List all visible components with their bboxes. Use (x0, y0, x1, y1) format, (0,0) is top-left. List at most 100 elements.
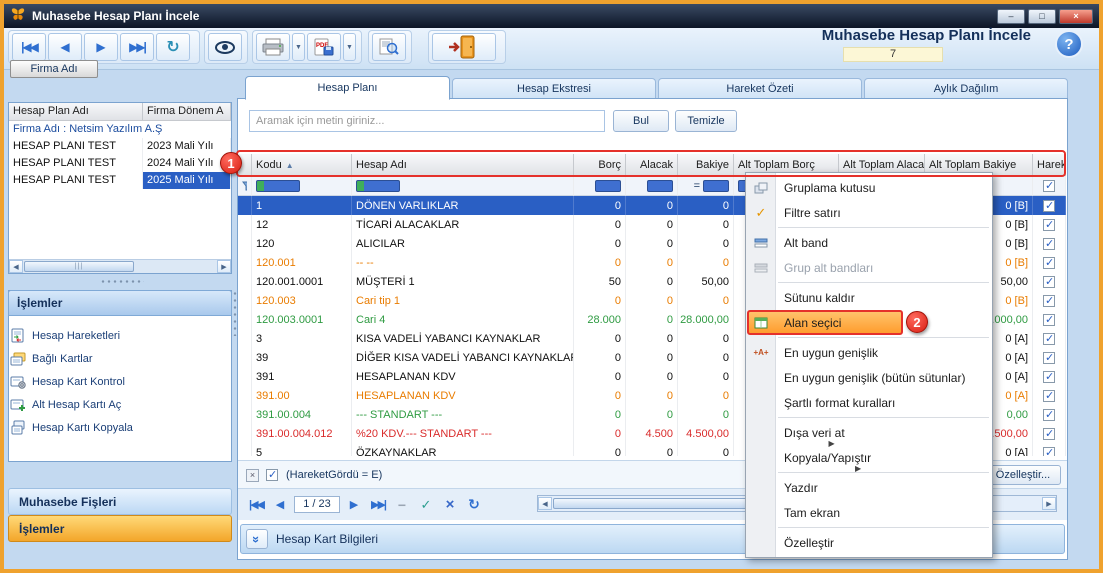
menu-item-alt-band[interactable]: Alt band (746, 230, 992, 255)
pager-next-icon[interactable] (344, 496, 364, 514)
checkbox-checked-icon[interactable] (1043, 428, 1055, 440)
plan-row-selected[interactable]: HESAP PLANI TEST 2025 Mali Yılı (9, 172, 231, 189)
filter-value-box[interactable] (595, 180, 621, 192)
cell-hareket[interactable] (1033, 272, 1066, 291)
menu-item-en-uygun-genislik[interactable]: +A+ En uygun genişlik (746, 340, 992, 365)
checkbox-checked-icon[interactable] (1043, 219, 1055, 231)
tab-hesap-ekstresi[interactable]: Hesap Ekstresi (452, 78, 656, 99)
action-hesap-hareketleri[interactable]: Hesap Hareketleri (10, 324, 228, 347)
plan-row[interactable]: HESAP PLANI TEST 2024 Mali Yılı (9, 155, 231, 172)
group-row[interactable]: Firma Adı : Netsim Yazılım A.Ş (9, 121, 231, 138)
menu-item-kopyala-yapistir[interactable]: Kopyala/Yapıştır (746, 445, 992, 470)
pdf-save-button[interactable]: PDF (307, 33, 341, 61)
cell-hareket[interactable] (1033, 424, 1066, 443)
cell-hareket[interactable] (1033, 348, 1066, 367)
column-header-period[interactable]: Firma Dönem A (143, 103, 231, 121)
menu-item-sutunu-kaldir[interactable]: Sütunu kaldır (746, 285, 992, 310)
operations-panel-header[interactable]: İşlemler (8, 290, 232, 316)
column-header-plan[interactable]: Hesap Plan Adı (9, 103, 143, 121)
filter-cell-alacak[interactable] (626, 176, 678, 196)
cell-hareket[interactable] (1033, 367, 1066, 386)
cell-hareket[interactable] (1033, 234, 1066, 253)
checkbox-checked-icon[interactable] (1043, 276, 1055, 288)
checkbox-checked-icon[interactable] (1043, 295, 1055, 307)
previous-record-button[interactable] (48, 33, 82, 61)
cell-hareket[interactable] (1033, 443, 1066, 456)
menu-item-yazdir[interactable]: Yazdır (746, 475, 992, 500)
pager-previous-icon[interactable] (270, 496, 290, 514)
scroll-right-icon[interactable]: ▶ (1042, 497, 1056, 510)
preview-button[interactable] (372, 33, 406, 61)
filter-cell-kodu[interactable] (252, 176, 352, 196)
plan-row[interactable]: HESAP PLANI TEST 2023 Mali Yılı (9, 138, 231, 155)
cell-hareket[interactable] (1033, 310, 1066, 329)
filter-equals-operator[interactable]: = (694, 180, 700, 192)
cell-hareket[interactable] (1033, 386, 1066, 405)
checkbox-checked-icon[interactable] (1043, 352, 1055, 364)
filter-cell-bakiye[interactable]: = (678, 176, 734, 196)
search-input[interactable] (249, 110, 605, 132)
scrollbar-thumb[interactable]: ||| (24, 261, 134, 272)
filter-cell-borc[interactable] (574, 176, 626, 196)
exit-button[interactable] (432, 33, 496, 61)
group-by-firma-adi-button[interactable]: Firma Adı (10, 60, 98, 78)
find-button[interactable]: Bul (613, 110, 669, 132)
filter-cell-hesap-adi[interactable] (352, 176, 574, 196)
minimize-button[interactable]: – (997, 9, 1025, 24)
column-header-hesap-adi[interactable]: Hesap Adı (352, 154, 574, 176)
filter-cell-hareket[interactable] (1033, 176, 1066, 196)
checkbox-checked-icon[interactable] (1043, 314, 1055, 326)
action-bagli-kartlar[interactable]: Bağlı Kartlar (10, 347, 228, 370)
column-header-alacak[interactable]: Alacak (626, 154, 678, 176)
pager-refresh-icon[interactable] (464, 496, 484, 514)
horizontal-splitter-grip[interactable] (100, 279, 144, 284)
scroll-right-icon[interactable]: ▶ (217, 260, 231, 273)
menu-item-en-uygun-genislik-butun[interactable]: En uygun genişlik (bütün sütunlar) (746, 365, 992, 390)
cell-hareket[interactable] (1033, 253, 1066, 272)
action-alt-hesap-karti-ac[interactable]: Alt Hesap Kartı Aç (10, 393, 228, 416)
checkbox-checked-icon[interactable] (1043, 180, 1055, 192)
column-header-bakiye[interactable]: Bakiye (678, 154, 734, 176)
islemler-bar[interactable]: İşlemler (8, 515, 232, 542)
checkbox-checked-icon[interactable] (1043, 200, 1055, 212)
checkbox-checked-icon[interactable] (1043, 257, 1055, 269)
cell-hareket[interactable] (1033, 196, 1066, 215)
column-header-kodu[interactable]: Kodu (252, 154, 352, 176)
cell-hareket[interactable] (1033, 329, 1066, 348)
close-button[interactable]: × (1059, 9, 1093, 24)
menu-item-tam-ekran[interactable]: Tam ekran (746, 500, 992, 525)
menu-item-sartli-format[interactable]: Şartlı format kuralları (746, 390, 992, 415)
tab-hareket-ozeti[interactable]: Hareket Özeti (658, 78, 862, 99)
checkbox-checked-icon[interactable] (1043, 371, 1055, 383)
print-button[interactable] (256, 33, 290, 61)
muhasebe-fisleri-bar[interactable]: Muhasebe Fişleri (8, 488, 232, 515)
refresh-button[interactable] (156, 33, 190, 61)
customize-button[interactable]: Özelleştir... (985, 465, 1061, 485)
menu-item-gruplama-kutusu[interactable]: Gruplama kutusu (746, 175, 992, 200)
remove-filter-icon[interactable]: × (246, 469, 259, 482)
pdf-dropdown-arrow-icon[interactable] (343, 33, 356, 61)
tab-aylik-dagilim[interactable]: Aylık Dağılım (864, 78, 1068, 99)
checkbox-checked-icon[interactable] (1043, 333, 1055, 345)
maximize-button[interactable]: □ (1028, 9, 1056, 24)
menu-item-filtre-satiri[interactable]: Filtre satırı (746, 200, 992, 225)
view-button[interactable] (208, 33, 242, 61)
cell-hareket[interactable] (1033, 405, 1066, 424)
pager-cancel-icon[interactable] (440, 496, 460, 514)
checkbox-checked-icon[interactable] (1043, 390, 1055, 402)
filter-active-checkbox[interactable] (266, 469, 278, 481)
title-bar[interactable]: Muhasebe Hesap Planı İncele – □ × (4, 4, 1099, 28)
pager-first-icon[interactable] (246, 496, 266, 514)
action-hesap-karti-kopyala[interactable]: Hesap Kartı Kopyala (10, 416, 228, 439)
last-record-button[interactable] (120, 33, 154, 61)
cell-hareket[interactable] (1033, 215, 1066, 234)
next-record-button[interactable] (84, 33, 118, 61)
pager-delete-icon[interactable] (392, 496, 412, 514)
expand-chevron-icon[interactable] (246, 529, 268, 549)
filter-value-box[interactable] (703, 180, 729, 192)
menu-item-alan-secici[interactable]: Alan seçici 2 (746, 310, 992, 335)
filter-value-box[interactable] (356, 180, 400, 192)
menu-item-disa-veri-at[interactable]: Dışa veri at (746, 420, 992, 445)
pager-last-icon[interactable] (368, 496, 388, 514)
filter-value-box[interactable] (256, 180, 300, 192)
